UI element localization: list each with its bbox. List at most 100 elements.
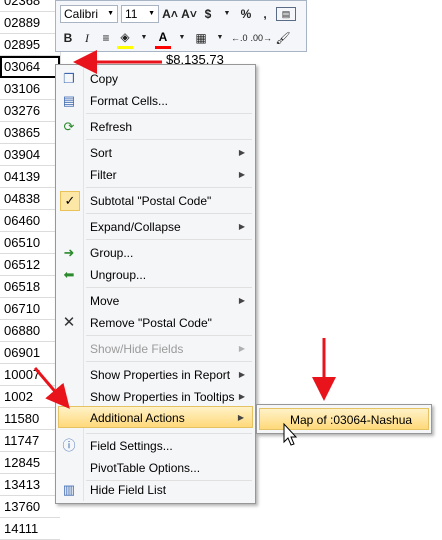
font-name-dropdown[interactable]: Calibri ▼ bbox=[60, 5, 118, 23]
menu-item-show-hide-fields[interactable]: Show/Hide Fields ▶ bbox=[58, 338, 253, 360]
menu-separator bbox=[86, 187, 252, 188]
chevron-down-icon[interactable]: ▼ bbox=[212, 29, 228, 47]
font-color-button[interactable]: A bbox=[155, 28, 171, 49]
submenu-item-label: Map of :03064-Nashua bbox=[290, 413, 413, 427]
cell[interactable]: 13413 bbox=[0, 474, 60, 496]
submenu-item-map[interactable]: Map of :03064-Nashua bbox=[259, 408, 429, 430]
menu-item-copy[interactable]: ❐ Copy bbox=[58, 68, 253, 90]
clear-format-icon[interactable]: 🖌 bbox=[275, 29, 291, 47]
checkmark-icon: ✓ bbox=[60, 191, 80, 211]
chevron-down-icon: ▼ bbox=[148, 10, 155, 17]
copy-icon: ❐ bbox=[63, 71, 75, 86]
menu-item-sort[interactable]: Sort ▶ bbox=[58, 142, 253, 164]
submenu-arrow-icon: ▶ bbox=[237, 413, 244, 422]
cell[interactable]: 02889 bbox=[0, 12, 60, 34]
menu-separator bbox=[86, 287, 252, 288]
submenu-arrow-icon: ▶ bbox=[238, 344, 245, 353]
decrease-decimal-icon[interactable]: .00→ bbox=[251, 29, 273, 47]
submenu-arrow-icon: ▶ bbox=[238, 392, 245, 401]
font-name-value: Calibri bbox=[64, 7, 99, 21]
percent-button[interactable]: % bbox=[238, 5, 254, 23]
cell[interactable]: 11747 bbox=[0, 430, 60, 452]
menu-item-refresh[interactable]: ⟳ Refresh bbox=[58, 116, 253, 138]
submenu-arrow-icon: ▶ bbox=[238, 148, 245, 157]
cell[interactable]: 11580 bbox=[0, 408, 60, 430]
cell[interactable]: 02368 bbox=[0, 0, 60, 12]
cell[interactable]: 06510 bbox=[0, 232, 60, 254]
menu-item-hide-field-list[interactable]: ▥ Hide Field List bbox=[58, 479, 253, 501]
cell[interactable]: 06512 bbox=[0, 254, 60, 276]
cell[interactable]: 06518 bbox=[0, 276, 60, 298]
additional-actions-submenu: Map of :03064-Nashua bbox=[256, 404, 432, 434]
menu-separator bbox=[86, 139, 252, 140]
italic-button[interactable]: I bbox=[79, 29, 95, 47]
chevron-down-icon[interactable]: ▼ bbox=[174, 29, 190, 47]
menu-separator bbox=[86, 335, 252, 336]
cell[interactable]: 03106 bbox=[0, 78, 60, 100]
menu-separator bbox=[86, 239, 252, 240]
menu-item-move[interactable]: Move ▶ bbox=[58, 290, 253, 312]
menu-item-show-props-tooltips[interactable]: Show Properties in Tooltips ▶ bbox=[58, 386, 253, 408]
field-settings-icon: ⓘ bbox=[62, 438, 76, 453]
context-menu: ❐ Copy ▤ Format Cells... ⟳ Refresh Sort … bbox=[55, 64, 256, 504]
menu-item-label: Hide Field List bbox=[90, 483, 167, 497]
selected-cell[interactable]: 03064 bbox=[0, 56, 60, 78]
menu-item-label: Additional Actions bbox=[90, 411, 185, 425]
cell[interactable]: 03276 bbox=[0, 100, 60, 122]
menu-item-label: Show Properties in Report bbox=[90, 368, 231, 382]
menu-item-expand-collapse[interactable]: Expand/Collapse ▶ bbox=[58, 216, 253, 238]
menu-item-group[interactable]: ➜ Group... bbox=[58, 242, 253, 264]
menu-item-label: Filter bbox=[90, 168, 117, 182]
align-center-button[interactable]: ≡ bbox=[98, 29, 114, 47]
cell[interactable]: 03865 bbox=[0, 122, 60, 144]
chevron-down-icon[interactable]: ▼ bbox=[219, 5, 235, 23]
currency-button[interactable]: $ bbox=[200, 5, 216, 23]
cell[interactable]: 1002 bbox=[0, 386, 60, 408]
cell[interactable]: 06880 bbox=[0, 320, 60, 342]
cell[interactable]: 10007 bbox=[0, 364, 60, 386]
menu-item-remove[interactable]: ✕ Remove "Postal Code" bbox=[58, 312, 253, 334]
submenu-arrow-icon: ▶ bbox=[238, 370, 245, 379]
shrink-font-button[interactable]: A˅ bbox=[181, 5, 197, 23]
cell[interactable]: 06901 bbox=[0, 342, 60, 364]
chevron-down-icon: ▼ bbox=[107, 10, 114, 17]
font-size-dropdown[interactable]: 11 ▼ bbox=[121, 5, 159, 23]
mini-toolbar: Calibri ▼ 11 ▼ A˄ A˅ $ ▼ % , ▤ B I ≡ ◈ ▼… bbox=[55, 0, 307, 52]
menu-item-field-settings[interactable]: ⓘ Field Settings... bbox=[58, 435, 253, 457]
cell[interactable]: 13760 bbox=[0, 496, 60, 518]
fill-color-icon[interactable]: ◈ bbox=[117, 28, 133, 49]
menu-item-additional-actions[interactable]: Additional Actions ▶ bbox=[58, 406, 253, 428]
menu-separator bbox=[86, 113, 252, 114]
cell[interactable]: 04838 bbox=[0, 188, 60, 210]
cell[interactable]: 06710 bbox=[0, 298, 60, 320]
chevron-down-icon[interactable]: ▼ bbox=[136, 29, 152, 47]
menu-item-label: Remove "Postal Code" bbox=[90, 316, 212, 330]
group-arrow-icon: ➜ bbox=[63, 245, 75, 260]
close-icon: ✕ bbox=[62, 314, 76, 331]
menu-item-ungroup[interactable]: ⬅ Ungroup... bbox=[58, 264, 253, 286]
cell[interactable]: 12845 bbox=[0, 452, 60, 474]
menu-item-format-cells[interactable]: ▤ Format Cells... bbox=[58, 90, 253, 112]
menu-item-pivottable-options[interactable]: PivotTable Options... bbox=[58, 457, 253, 479]
borders-icon[interactable]: ▦ bbox=[193, 29, 209, 47]
submenu-arrow-icon: ▶ bbox=[238, 170, 245, 179]
format-painter-icon[interactable]: ▤ bbox=[276, 7, 296, 21]
cell[interactable]: 06460 bbox=[0, 210, 60, 232]
cell[interactable]: 14111 bbox=[0, 518, 60, 540]
bold-button[interactable]: B bbox=[60, 29, 76, 47]
cell[interactable]: 04139 bbox=[0, 166, 60, 188]
comma-button[interactable]: , bbox=[257, 5, 273, 23]
cell[interactable]: 03904 bbox=[0, 144, 60, 166]
menu-item-show-props-report[interactable]: Show Properties in Report ▶ bbox=[58, 364, 253, 386]
postal-code-column: 02368 02889 02895 03064 03106 03276 0386… bbox=[0, 0, 60, 540]
menu-item-label: Field Settings... bbox=[90, 439, 173, 453]
menu-item-label: Sort bbox=[90, 146, 113, 160]
increase-decimal-icon[interactable]: ←.0 bbox=[231, 29, 248, 47]
menu-item-label: Group... bbox=[90, 246, 134, 260]
grow-font-button[interactable]: A˄ bbox=[162, 5, 178, 23]
menu-item-filter[interactable]: Filter ▶ bbox=[58, 164, 253, 186]
menu-item-subtotal[interactable]: ✓ Subtotal "Postal Code" bbox=[58, 190, 253, 212]
cell[interactable]: 02895 bbox=[0, 34, 60, 56]
menu-item-label: Copy bbox=[90, 72, 119, 86]
ungroup-arrow-icon: ⬅ bbox=[63, 267, 75, 282]
